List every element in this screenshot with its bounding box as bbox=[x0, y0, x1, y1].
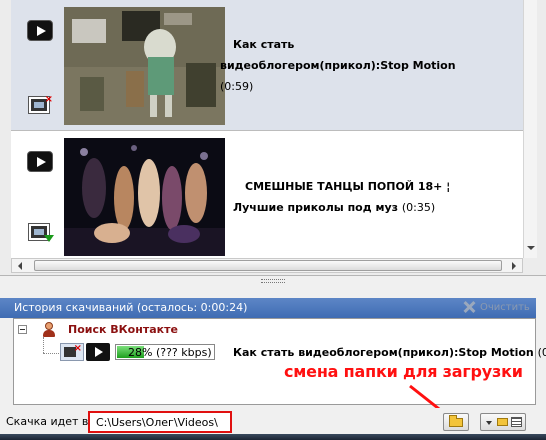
taskbar bbox=[0, 434, 546, 440]
clear-history-label[interactable]: Очистить bbox=[480, 302, 530, 313]
video-row[interactable]: СМЕШНЫЕ ТАНЦЫ ПОПОЙ 18+ ¦ Лучшие приколы… bbox=[11, 131, 523, 258]
change-folder-button[interactable] bbox=[443, 413, 469, 431]
video-title-line1: Как стать bbox=[233, 38, 295, 51]
tree-collapse-icon[interactable] bbox=[18, 325, 27, 334]
annotation-text: смена папки для загрузки bbox=[284, 362, 523, 381]
video-title-line1: СМЕШНЫЕ ТАНЦЫ ПОПОЙ 18+ ¦ bbox=[245, 180, 451, 193]
video-download-icon[interactable] bbox=[28, 223, 54, 242]
app-window: × Как стать видеоблогером(прикол):Stop M… bbox=[0, 0, 546, 440]
download-path[interactable]: C:\Users\Олег\Videos\ bbox=[96, 416, 218, 429]
video-duration: (0:59) bbox=[220, 80, 254, 93]
scrollbar-thumb[interactable] bbox=[34, 260, 502, 271]
cancel-download-icon[interactable]: × bbox=[60, 343, 84, 361]
download-title: Как стать видеоблогером(прикол):Stop Mot… bbox=[233, 346, 546, 359]
folder-icon bbox=[497, 418, 508, 426]
video-list: × Как стать видеоблогером(прикол):Stop M… bbox=[0, 0, 546, 276]
video-row[interactable]: × Как стать видеоблогером(прикол):Stop M… bbox=[11, 0, 523, 131]
play-button[interactable] bbox=[27, 20, 53, 41]
video-thumbnail[interactable] bbox=[64, 138, 225, 256]
chevron-down-icon bbox=[486, 421, 492, 425]
download-progress-bar: 28% (??? kbps) bbox=[115, 344, 215, 360]
scroll-right-icon[interactable] bbox=[512, 262, 516, 270]
scroll-down-icon[interactable] bbox=[527, 246, 535, 250]
splitter-grip-icon[interactable] bbox=[261, 279, 285, 283]
user-icon bbox=[42, 322, 56, 338]
video-remove-icon[interactable]: × bbox=[28, 95, 53, 114]
status-bar: Скачка идет в C:\Users\Олег\Videos\ bbox=[0, 408, 546, 434]
list-view-icon bbox=[511, 417, 522, 427]
play-button[interactable] bbox=[86, 343, 110, 361]
scroll-left-icon[interactable] bbox=[18, 262, 22, 270]
horizontal-scrollbar[interactable] bbox=[11, 258, 523, 273]
video-thumbnail[interactable] bbox=[64, 7, 225, 125]
history-header: История скачиваний (осталось: 0:00:24) bbox=[0, 298, 536, 318]
video-title-line2-text: Лучшие приколы под муз bbox=[233, 201, 398, 214]
video-duration: (0:35) bbox=[401, 201, 436, 214]
video-title-line2: Лучшие приколы под муз (0:35) bbox=[233, 197, 450, 218]
video-title: СМЕШНЫЕ ТАНЦЫ ПОПОЙ 18+ ¦ Лучшие приколы… bbox=[233, 176, 450, 218]
view-options-button[interactable] bbox=[480, 413, 526, 431]
download-path-box[interactable]: C:\Users\Олег\Videos\ bbox=[88, 411, 232, 433]
download-duration: (0:5 bbox=[537, 346, 546, 359]
panel-splitter[interactable] bbox=[0, 276, 546, 288]
tree-line bbox=[43, 353, 59, 354]
video-title-line2: видеоблогером(прикол):Stop Motion bbox=[220, 59, 456, 72]
download-title-text: Как стать видеоблогером(прикол):Stop Mot… bbox=[233, 346, 534, 359]
status-label: Скачка идет в bbox=[6, 415, 89, 428]
play-button[interactable] bbox=[27, 151, 53, 172]
tree-line bbox=[43, 337, 44, 353]
history-group-label[interactable]: Поиск ВКонтакте bbox=[68, 323, 178, 336]
progress-text: 28% (??? kbps) bbox=[128, 346, 212, 359]
video-title: Как стать видеоблогером(прикол):Stop Mot… bbox=[220, 34, 456, 97]
folder-icon bbox=[449, 415, 463, 427]
vertical-scrollbar[interactable] bbox=[523, 0, 537, 258]
close-icon[interactable] bbox=[462, 300, 476, 314]
